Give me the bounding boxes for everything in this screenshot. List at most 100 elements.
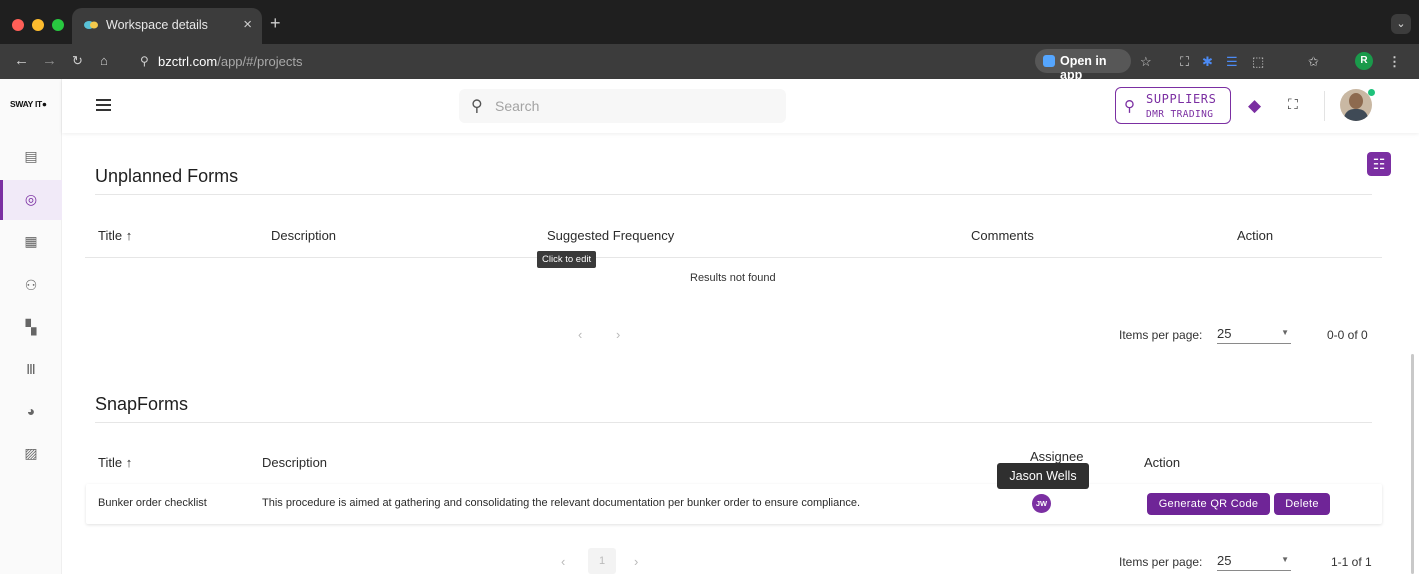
extensions-puzzle-icon[interactable]: ⬚: [1252, 54, 1264, 69]
profile-avatar[interactable]: R: [1355, 52, 1373, 70]
table-header-divider: [85, 257, 1382, 258]
items-per-page-value: 25: [1217, 553, 1232, 568]
sidebar-item-library[interactable]: Ⅲ: [0, 350, 62, 390]
logo: SWAY IT●: [10, 99, 47, 109]
close-window-button[interactable]: [12, 19, 24, 31]
filter-settings-button[interactable]: ☷: [1367, 152, 1391, 176]
library-icon: Ⅲ: [26, 361, 36, 377]
sidebar-item-target[interactable]: ◎: [0, 180, 62, 220]
palette-icon: ◕: [26, 403, 36, 419]
home-icon[interactable]: ⌂: [100, 53, 108, 69]
extension-list-icon[interactable]: ☰: [1226, 54, 1238, 69]
dropdown-caret-icon: ▼: [1281, 328, 1289, 337]
column-action: Action: [1237, 228, 1274, 243]
form-settings-icon: ▨: [24, 445, 38, 461]
empty-state-text: Results not found: [690, 272, 776, 284]
column-description: Description: [262, 455, 328, 470]
new-tab-button[interactable]: +: [270, 14, 281, 32]
generate-qr-code-button[interactable]: Generate QR Code: [1147, 493, 1270, 515]
graduation-cap-icon[interactable]: ◆: [1248, 96, 1261, 116]
next-page-icon[interactable]: ›: [634, 554, 638, 569]
supplier-label: SUPPLIERS: [1146, 92, 1217, 106]
previous-page-icon[interactable]: ‹: [578, 327, 582, 342]
browser-tab[interactable]: Workspace details ×: [72, 8, 262, 44]
snapforms-title: SnapForms: [95, 394, 189, 414]
top-bar: ⚲ Search ⚲ SUPPLIERS DMR TRADING ◆ ⛶: [62, 79, 1419, 133]
app-icon: [1043, 55, 1055, 67]
assignee-avatar[interactable]: JW: [1032, 494, 1051, 513]
document-stack-icon: ▦: [24, 233, 38, 249]
items-per-page-value: 25: [1217, 326, 1232, 341]
delete-button[interactable]: Delete: [1274, 493, 1330, 515]
url-host: bzctrl.com: [158, 54, 218, 69]
address-bar: ← → ↻ ⌂ ⚲ bzctrl.com/app/#/projects Open…: [0, 44, 1419, 82]
user-avatar[interactable]: [1340, 89, 1372, 121]
sidebar: SWAY IT● ▤ ◎ ▦ ⚇ ▚ Ⅲ ◕ ▨: [0, 79, 62, 574]
scrollbar[interactable]: [1411, 354, 1414, 574]
tab-title: Workspace details: [106, 18, 208, 32]
section-divider: [95, 194, 1372, 195]
forward-icon[interactable]: →: [42, 53, 57, 69]
url-field[interactable]: ⚲ bzctrl.com/app/#/projects: [130, 49, 1350, 74]
items-per-page-label: Items per page:: [1119, 328, 1203, 342]
favicon-icon: [84, 21, 98, 29]
supplier-selector[interactable]: ⚲ SUPPLIERS DMR TRADING: [1115, 87, 1231, 124]
sidebar-item-dashboard[interactable]: ▚: [0, 308, 62, 348]
menu-icon[interactable]: [96, 99, 111, 111]
sidebar-item-form-settings[interactable]: ▨: [0, 434, 62, 474]
url-path: /app/#/projects: [217, 54, 303, 69]
extension-screenshot-icon[interactable]: ⛶: [1180, 54, 1189, 69]
sidebar-item-palette[interactable]: ◕: [0, 392, 62, 432]
sort-arrow-icon[interactable]: ↑: [126, 228, 133, 243]
sidebar-item-documents[interactable]: ▦: [0, 222, 62, 262]
dashboard-icon: ▚: [25, 319, 37, 335]
tab-close-icon[interactable]: ×: [243, 16, 252, 33]
users-icon: ⚇: [24, 277, 38, 293]
next-page-icon[interactable]: ›: [616, 327, 620, 342]
column-title[interactable]: Title ↑: [98, 228, 132, 243]
column-title[interactable]: Title ↑: [98, 455, 132, 470]
site-info-icon[interactable]: ⚲: [140, 54, 149, 68]
open-in-app-button[interactable]: Open in app: [1035, 49, 1131, 82]
sliders-icon: ☷: [1372, 156, 1386, 172]
browser-tab-bar: Workspace details × + ⌄: [0, 0, 1419, 44]
items-per-page-select[interactable]: 25 ▼: [1217, 553, 1291, 571]
page-number[interactable]: 1: [588, 548, 616, 574]
column-suggested-frequency: Suggested Frequency: [547, 228, 675, 243]
clipboard-icon: ▤: [24, 148, 38, 164]
items-per-page-select[interactable]: 25 ▼: [1217, 326, 1291, 344]
extension-gear-icon[interactable]: ✱: [1202, 54, 1213, 69]
search-icon: ⚲: [471, 98, 483, 115]
target-icon: ◎: [24, 191, 38, 207]
fullscreen-icon[interactable]: ⛶: [1288, 96, 1298, 113]
location-pin-icon: ⚲: [1124, 98, 1135, 115]
column-comments: Comments: [971, 228, 1034, 243]
column-description: Description: [271, 228, 337, 243]
online-status-dot: [1368, 89, 1375, 96]
search-input[interactable]: ⚲ Search: [459, 89, 786, 123]
dropdown-caret-icon: ▼: [1281, 555, 1289, 564]
reload-icon[interactable]: ↻: [72, 53, 83, 69]
open-in-app-label: Open in app: [1060, 54, 1107, 82]
url-text: bzctrl.com/app/#/projects: [158, 54, 303, 69]
tab-search-button[interactable]: ⌄: [1391, 14, 1411, 34]
previous-page-icon[interactable]: ‹: [561, 554, 565, 569]
search-placeholder: Search: [495, 98, 540, 114]
pagination-range: 0-0 of 0: [1327, 328, 1368, 342]
maximize-window-button[interactable]: [52, 19, 64, 31]
minimize-window-button[interactable]: [32, 19, 44, 31]
app-root: SWAY IT● ▤ ◎ ▦ ⚇ ▚ Ⅲ ◕ ▨ ⚲ Search ⚲ SUPP…: [0, 79, 1419, 574]
sort-arrow-icon[interactable]: ↑: [126, 455, 133, 470]
back-icon[interactable]: ←: [14, 53, 29, 69]
unplanned-forms-title: Unplanned Forms: [95, 166, 239, 186]
sidebar-item-users[interactable]: ⚇: [0, 266, 62, 306]
section-divider: [95, 422, 1372, 423]
bookmarks-icon[interactable]: ✩: [1308, 54, 1319, 69]
row-description: This procedure is aimed at gathering and…: [262, 497, 861, 509]
sidebar-item-clipboard[interactable]: ▤: [0, 137, 62, 177]
bookmark-star-icon[interactable]: ☆: [1140, 54, 1152, 69]
browser-menu-icon[interactable]: ⋮: [1388, 54, 1401, 69]
items-per-page-label: Items per page:: [1119, 555, 1203, 569]
column-action: Action: [1144, 455, 1181, 470]
row-title: Bunker order checklist: [98, 497, 207, 509]
